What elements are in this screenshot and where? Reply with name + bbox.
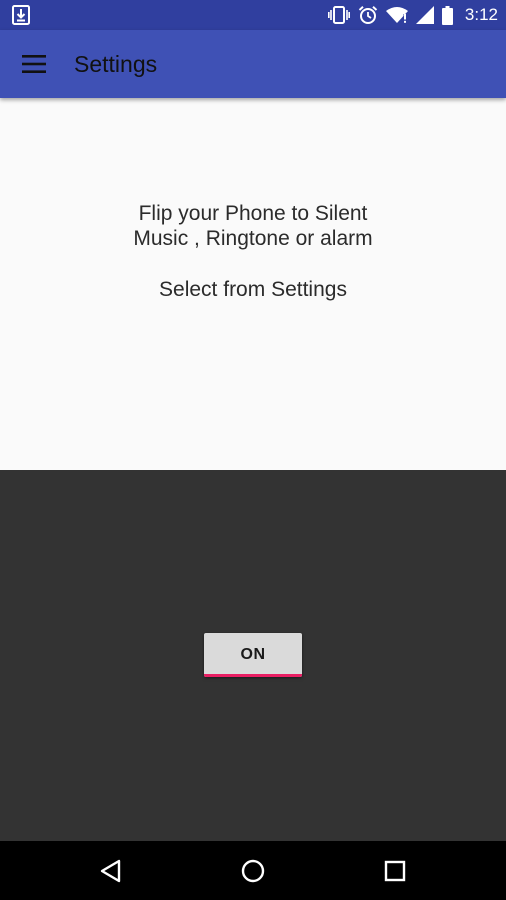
alarm-icon [358,6,378,24]
navigation-bar [0,841,506,900]
vibrate-icon [327,6,350,24]
wifi-icon [385,7,408,23]
hamburger-menu-icon[interactable] [22,54,46,74]
home-icon[interactable] [239,857,267,885]
toggle-accent-underline [204,674,302,677]
content-panel: Flip your Phone to Silent Music , Ringto… [0,98,506,470]
status-bar: 3:12 [0,0,506,30]
back-icon[interactable] [97,857,125,885]
on-toggle-button[interactable]: ON [204,633,302,677]
toggle-button-label: ON [240,646,266,663]
download-icon [12,5,30,25]
instruction-line-3: Select from Settings [159,278,347,301]
status-time: 3:12 [464,5,498,24]
battery-icon [441,5,453,25]
instructions-text: Flip your Phone to Silent Music , Ringto… [0,201,506,302]
signal-icon [415,6,434,24]
status-icons: 3:12 [327,0,498,30]
page-title: Settings [74,51,158,77]
dark-panel: ON [0,470,506,841]
app-bar: Settings [0,30,506,98]
instruction-line-1: Flip your Phone to Silent [138,202,368,225]
recents-icon[interactable] [381,857,409,885]
instruction-line-2: Music , Ringtone or alarm [133,227,373,250]
